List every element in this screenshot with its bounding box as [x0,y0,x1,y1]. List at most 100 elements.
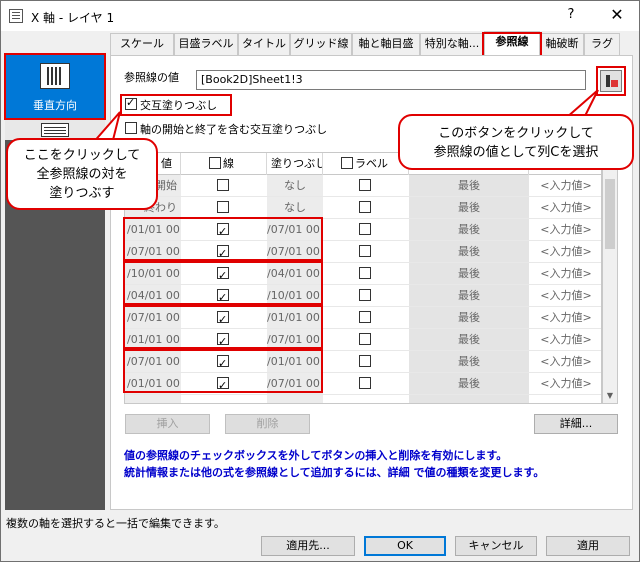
cell-position[interactable]: 最後 [409,285,529,306]
cell-input[interactable]: <入力値> [529,329,601,350]
label-checkbox[interactable] [359,267,371,279]
help-button[interactable]: ? [561,7,581,25]
label-checkbox[interactable] [359,311,371,323]
cell-input[interactable]: <入力値> [529,351,601,372]
cell-label[interactable] [323,395,409,403]
status-text: 複数の軸を選択すると一括で編集できます。 [6,517,225,530]
details-button[interactable]: 詳細... [534,414,618,434]
highlight-row-pair-2 [123,261,323,305]
cell-value[interactable] [125,395,181,403]
cell-label[interactable] [323,373,409,394]
reference-value-label: 参照線の値 [124,71,179,84]
label-checkbox[interactable] [359,355,371,367]
cell-label[interactable] [323,307,409,328]
tab-tick-labels[interactable]: 目盛ラベル [174,33,238,55]
left-callout: ここをクリックして 全参照線の対を 塗りつぶす [6,138,158,210]
cell-position[interactable]: 最後 [409,263,529,284]
cell-line[interactable] [181,175,267,196]
cell-input[interactable] [529,395,601,403]
cell-label[interactable] [323,197,409,218]
insert-button[interactable]: 挿入 [125,414,210,434]
title-bar: X 軸 - レイヤ 1 ? ✕ [1,1,639,31]
cell-fill[interactable] [267,395,323,403]
delete-button[interactable]: 削除 [225,414,310,434]
left-callout-line-2: 全参照線の対を [36,167,128,182]
cell-input[interactable]: <入力値> [529,285,601,306]
cell-position[interactable] [409,395,529,403]
apply-to-button[interactable]: 適用先... [261,536,355,556]
include-start-end-label: 軸の開始と終了を含む交互塗りつぶし [140,123,328,136]
label-checkbox[interactable] [359,179,371,191]
close-button[interactable]: ✕ [607,5,627,25]
highlight-row-pair-1 [123,217,323,261]
cell-line[interactable] [181,197,267,218]
cell-position[interactable]: 最後 [409,241,529,262]
highlight-picker-button [596,66,626,96]
highlight-row-pair-4 [123,349,323,393]
cell-label[interactable] [323,219,409,240]
line-checkbox[interactable] [217,179,229,191]
cell-position[interactable]: 最後 [409,197,529,218]
tab-axis-ticks[interactable]: 軸と軸目盛 [352,33,420,55]
cell-input[interactable]: <入力値> [529,263,601,284]
apply-button[interactable]: 適用 [546,536,630,556]
label-header-checkbox[interactable] [341,157,353,169]
cell-input[interactable]: <入力値> [529,307,601,328]
window-icon [9,9,23,23]
scroll-down-icon[interactable]: ▼ [603,389,617,403]
label-checkbox[interactable] [359,245,371,257]
tab-rug[interactable]: ラグ [584,33,620,55]
cell-label[interactable] [323,241,409,262]
left-callout-line-3: 塗りつぶす [49,186,115,201]
table-row[interactable]: 開始 なし 最後 <入力値> [125,175,601,197]
tab-title[interactable]: タイトル [238,33,290,55]
left-callout-line-1: ここをクリックして [23,148,141,163]
window-title: X 軸 - レイヤ 1 [31,11,115,25]
line-checkbox[interactable] [217,201,229,213]
cell-position[interactable]: 最後 [409,307,529,328]
horizontal-axis-icon [41,123,69,137]
label-checkbox[interactable] [359,201,371,213]
cell-input[interactable]: <入力値> [529,175,601,196]
label-checkbox[interactable] [359,289,371,301]
grid-scrollbar[interactable]: ▲ ▼ [602,152,618,404]
tab-grid[interactable]: グリッド線 [290,33,352,55]
cell-input[interactable]: <入力値> [529,373,601,394]
col-header-fill: 塗りつぶし [267,153,323,175]
cell-position[interactable]: 最後 [409,351,529,372]
table-row[interactable] [125,395,601,403]
highlight-alternate-fill [120,94,232,116]
table-row[interactable]: 終わり なし 最後 <入力値> [125,197,601,219]
tab-axis-break[interactable]: 軸破断 [540,33,584,55]
cell-position[interactable]: 最後 [409,373,529,394]
cell-label[interactable] [323,329,409,350]
col-header-line: 線 [181,153,267,175]
cancel-button[interactable]: キャンセル [455,536,537,556]
cell-position[interactable]: 最後 [409,329,529,350]
cell-label[interactable] [323,263,409,284]
ok-button[interactable]: OK [364,536,446,556]
cell-label[interactable] [323,175,409,196]
cell-input[interactable]: <入力値> [529,197,601,218]
col-header-label: ラベル [323,153,409,175]
right-callout-line-2: 参照線の値として列Cを選択 [433,145,599,160]
cell-position[interactable]: 最後 [409,175,529,196]
cell-label[interactable] [323,351,409,372]
right-callout: このボタンをクリックして 参照線の値として列Cを選択 [398,114,634,170]
line-header-checkbox[interactable] [209,157,221,169]
reference-value-input[interactable]: [Book2D]Sheet1!3 [196,70,586,90]
tab-scale[interactable]: スケール [110,33,174,55]
cell-input[interactable]: <入力値> [529,219,601,240]
label-checkbox[interactable] [359,223,371,235]
right-callout-line-1: このボタンをクリックして [438,126,594,141]
label-checkbox[interactable] [359,333,371,345]
cell-position[interactable]: 最後 [409,219,529,240]
cell-fill[interactable]: なし [267,197,323,218]
cell-fill[interactable]: なし [267,175,323,196]
cell-label[interactable] [323,285,409,306]
cell-line[interactable] [181,395,267,403]
tab-special-axis[interactable]: 特別な軸... [420,33,484,55]
label-checkbox[interactable] [359,377,371,389]
scroll-thumb[interactable] [605,179,615,249]
cell-input[interactable]: <入力値> [529,241,601,262]
